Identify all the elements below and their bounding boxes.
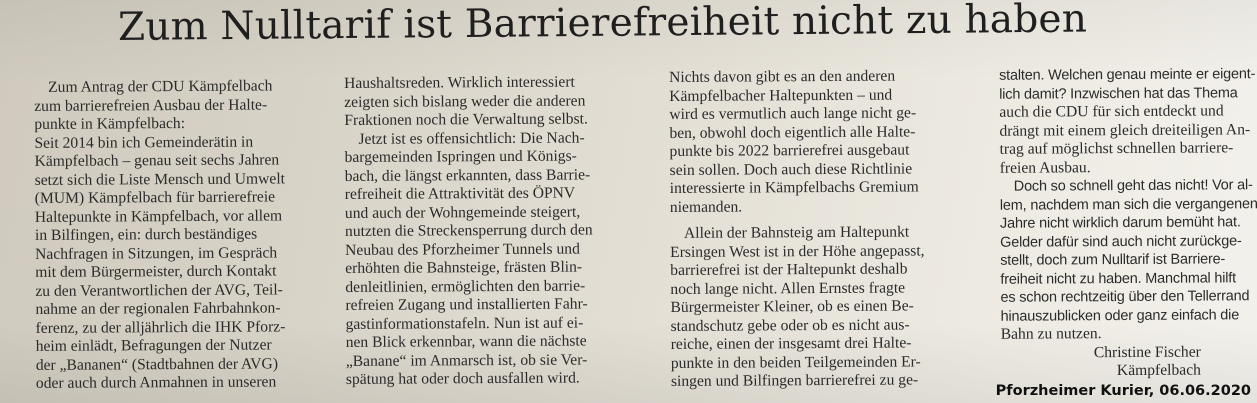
text-line: punkte in den beiden Teilgemeinden Er- [670, 352, 921, 372]
text-line: drängt mit einem gleich dreiteiligen An- [999, 120, 1251, 140]
text-line: wird es vermutlich auch lange nicht ge- [669, 104, 917, 123]
author-name: Christine Fischer [1093, 343, 1201, 361]
text-line: ben, obwohl doch eigentlich alle Halte- [669, 122, 916, 142]
text-line: interessierte in Kämpfelbachs Gremium [669, 178, 919, 197]
text-line: oder auch durch Anmahnen in unseren [35, 373, 277, 392]
text-line: Neubau des Pforzheimer Tunnels und [345, 240, 580, 259]
text-line: standschutz gebe oder ob es nicht aus- [670, 315, 910, 335]
text-line: zu den Verantwortlichen der AVG, Teil- [35, 280, 283, 300]
text-line: lich damit? Inzwischen hat das Thema [999, 84, 1238, 103]
headline: Zum Nulltarif ist Barrierefreiheit nicht… [117, 0, 1088, 50]
text-line: heim einlädt, Befragungen der Nutzer [35, 336, 272, 355]
text-line: zeigten sich bislang weder die anderen [344, 91, 586, 111]
text-line: nahme an der regionalen Fahrbahnkon- [35, 299, 281, 318]
text-line: bach, die längst erkannten, dass Barrie- [344, 165, 591, 185]
text-line: Kämpfelbach – genau seit sechs Jahren [34, 151, 280, 170]
text-line: nutzten die Streckensperrung durch den [344, 221, 593, 240]
text-line: spätung hat oder doch ausfallen wird. [345, 369, 580, 388]
text-line: Haltepunkte in Kämpfelbach, vor allem [34, 206, 283, 226]
text-line: Jetzt ist es offensichtlich: Die Nach- [358, 128, 585, 148]
text-line: hinauszublicken oder ganz einfach die [1000, 306, 1240, 325]
text-line: setzt sich die Liste Mensch und Umwelt [34, 169, 286, 189]
text-line: Jahre nicht wirklich darum bemüht hat. [999, 214, 1241, 232]
text-line: es schon rechtzeitig über den Tellerrand [1000, 288, 1250, 306]
text-line: freien Ausbau. [999, 158, 1091, 177]
text-line: Allein der Bahnsteig am Haltepunkt [683, 223, 910, 242]
text-line: punkte in Kämpfelbach: [34, 114, 186, 133]
text-line: sein sollen. Doch auch diese Richtlinie [669, 159, 913, 179]
author-location: Kämpfelbach [1116, 361, 1201, 380]
text-line: mit dem Bürgermeister, durch Kontakt [35, 262, 277, 281]
text-line: Seit 2014 bin ich Gemeinderätin in [34, 133, 254, 152]
newspaper-clipping: { "headline": "Zum Nulltarif ist Barrier… [0, 0, 1257, 403]
text-line: erhöhten die Bahnsteige, frästen Blin- [345, 258, 583, 277]
source-caption: Pforzheimer Kurier, 06.06.2020 [995, 383, 1251, 399]
text-line: (MUM) Kämpfelbach für barrierefreie [34, 188, 276, 207]
text-line: bargemeinden Ispringen und Königs- [344, 147, 577, 166]
text-line: Fraktionen noch die Verwaltung selbst. [344, 110, 588, 129]
text-line: noch lange nicht. Allen Ernstes fragte [670, 279, 906, 298]
text-line: stalten. Welchen genau meinte er eigent- [999, 66, 1256, 84]
text-line: auch die CDU für sich entdeckt und [999, 102, 1224, 121]
text-line: freiheit nicht zu haben. Manchmal hilft [1000, 269, 1236, 288]
text-line: trag auf möglichst schnellen barriere- [999, 139, 1234, 158]
text-line: refreiheit die Attraktivität des ÖPNV [344, 184, 576, 203]
text-line: Gelder dafür sind auch nicht zurückge- [1000, 232, 1242, 251]
text-line: Doch so schnell geht das nicht! Vor al- [1013, 177, 1253, 195]
article-column-2: Haushaltsreden. Wirklich interessiert ze… [344, 73, 658, 389]
text-line: in Bilfingen, ein: durch beständiges [34, 225, 258, 244]
article-column-1: Zum Antrag der CDU Kämpfelbach zum barri… [34, 77, 336, 393]
text-line: ferenz, zu der alljährlich die IHK Pforz… [35, 317, 286, 337]
text-line: der „Bananen“ (Stadtbahnen der AVG) [35, 354, 279, 374]
text-line: zum barrierefreien Ausbau der Halte- [34, 95, 268, 115]
text-line: Haushaltsreden. Wirklich interessiert [344, 73, 575, 92]
text-line: Kämpfelbacher Haltepunkten – und [669, 86, 893, 105]
text-line: singen und Bilfingen barrierefrei zu ge- [670, 371, 919, 390]
text-line: niemanden. [669, 198, 743, 216]
text-line: Nachfragen in Sitzungen, im Gespräch [35, 243, 278, 263]
text-line: punkte bis 2022 barrierefrei ausgebaut [669, 141, 910, 160]
text-line: refreien Zugang und installierten Fahr- [345, 295, 588, 314]
text-line: „Banane“ im Anmarsch ist, ob sie Ver- [345, 350, 588, 370]
text-line: Bahn zu nutzen. [1000, 325, 1102, 343]
text-line: denleitlinien, ermöglichten den barrie- [345, 276, 586, 296]
text-line: Ersingen West ist in der Höhe angepasst, [670, 241, 925, 261]
article-column-3: Nichts davon gibt es an den anderen Kämp… [669, 67, 983, 391]
text-line: und auch der Wohngemeinde steigert, [344, 203, 581, 222]
text-line: stellt, doch zum Nulltarif ist Barriere- [1000, 251, 1226, 269]
text-line: nen Blick erkennbar, wann die nächste [345, 332, 587, 351]
article-column-4: stalten. Welchen genau meinte er eigent-… [999, 65, 1257, 381]
text-line: lem, nachdem man sich die vergangenen [999, 195, 1257, 214]
text-line: reiche, einen der insgesamt drei Halte- [670, 334, 912, 353]
text-line: gastinformationstafeln. Nun ist auf ei- [345, 313, 584, 333]
text-line: Bürgermeister Kleiner, ob es einen Be- [670, 297, 914, 316]
text-line: barrierefrei ist der Haltepunkt deshalb [670, 260, 908, 279]
text-line: Nichts davon gibt es an den anderen [669, 67, 896, 86]
text-line: Zum Antrag der CDU Kämpfelbach [48, 77, 273, 96]
